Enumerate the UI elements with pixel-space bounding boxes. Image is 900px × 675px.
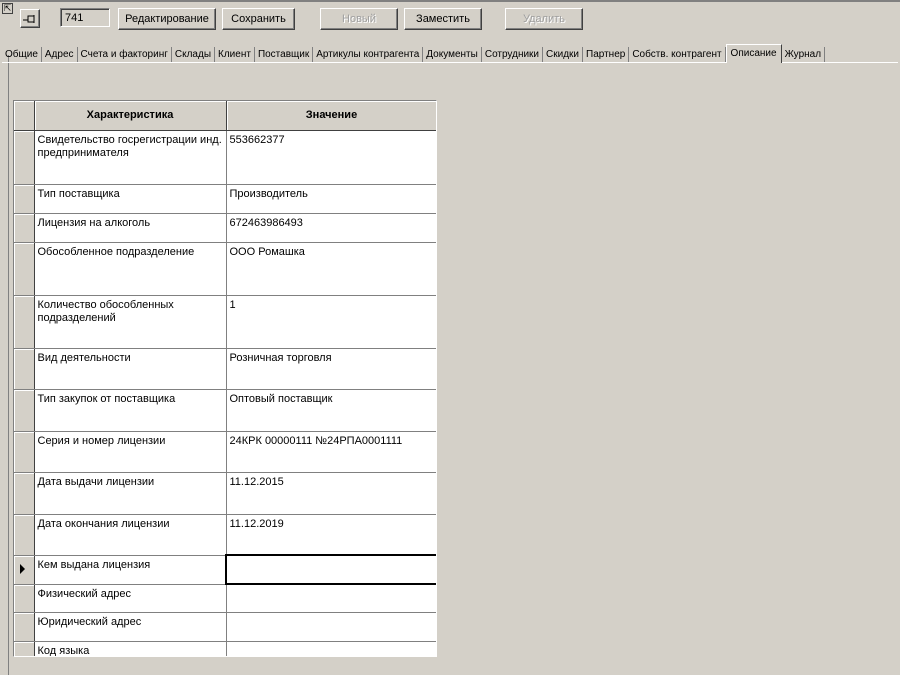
table-row[interactable]: Серия и номер лицензии 24КРК 00000111 №2… bbox=[14, 431, 436, 473]
row-indicator[interactable] bbox=[14, 242, 35, 296]
table-row[interactable]: Юридический адрес bbox=[14, 612, 436, 642]
table-row[interactable]: Количество обособленных подразделений 1 bbox=[14, 295, 436, 349]
characteristic-cell[interactable]: Обособленное подразделение bbox=[34, 242, 227, 296]
new-button[interactable]: Новый bbox=[320, 8, 398, 30]
table-row-current[interactable]: Кем выдана лицензия bbox=[14, 554, 436, 585]
tab-description[interactable]: Описание bbox=[725, 44, 782, 63]
value-cell[interactable]: 553662377 bbox=[226, 130, 436, 185]
table-row[interactable]: Лицензия на алкоголь 672463986493 bbox=[14, 213, 436, 243]
value-cell-editing[interactable] bbox=[225, 554, 436, 585]
value-cell[interactable] bbox=[226, 584, 436, 613]
pin-button[interactable] bbox=[20, 9, 40, 28]
tab-supplier[interactable]: Поставщик bbox=[255, 47, 314, 62]
characteristics-table: Характеристика Значение Свидетельство го… bbox=[14, 101, 436, 656]
row-indicator[interactable] bbox=[14, 295, 35, 349]
characteristic-cell[interactable]: Юридический адрес bbox=[34, 612, 227, 642]
tab-warehouses[interactable]: Склады bbox=[172, 47, 216, 62]
value-cell[interactable] bbox=[226, 612, 436, 642]
window-left-border bbox=[8, 55, 9, 675]
row-indicator[interactable] bbox=[14, 472, 35, 515]
value-cell[interactable]: 1 bbox=[226, 295, 436, 349]
characteristic-cell[interactable]: Вид деятельности bbox=[34, 348, 227, 390]
table-row[interactable]: Тип поставщика Производитель bbox=[14, 184, 436, 214]
tab-journal[interactable]: Журнал bbox=[782, 47, 826, 62]
row-indicator[interactable] bbox=[14, 612, 35, 642]
tab-client[interactable]: Клиент bbox=[215, 47, 255, 62]
column-header-value[interactable]: Значение bbox=[226, 101, 436, 131]
characteristic-cell[interactable]: Тип поставщика bbox=[34, 184, 227, 214]
characteristic-cell[interactable]: Свидетельство госрегистрации инд. предпр… bbox=[34, 130, 227, 185]
characteristic-cell[interactable]: Количество обособленных подразделений bbox=[34, 295, 227, 349]
value-cell[interactable]: ООО Ромашка bbox=[226, 242, 436, 296]
characteristic-cell[interactable]: Серия и номер лицензии bbox=[34, 431, 227, 473]
tab-partner[interactable]: Партнер bbox=[583, 47, 630, 62]
table-row[interactable]: Тип закупок от поставщика Оптовый постав… bbox=[14, 389, 436, 432]
tab-employees[interactable]: Сотрудники bbox=[482, 47, 544, 62]
tab-counterparty-articles[interactable]: Артикулы контрагента bbox=[313, 47, 424, 62]
edit-button[interactable]: Редактирование bbox=[118, 8, 216, 30]
row-indicator[interactable] bbox=[14, 184, 35, 214]
characteristic-cell[interactable]: Физический адрес bbox=[34, 584, 227, 613]
value-cell[interactable]: Розничная торговля bbox=[226, 348, 436, 390]
tab-strip: Общие Адрес Счета и факторинг Склады Кли… bbox=[2, 44, 826, 63]
table-row[interactable]: Физический адрес bbox=[14, 584, 436, 613]
table-row[interactable]: Дата выдачи лицензии 11.12.2015 bbox=[14, 472, 436, 515]
characteristic-cell[interactable]: Кем выдана лицензия bbox=[34, 555, 227, 585]
replace-button[interactable]: Заместить bbox=[404, 8, 482, 30]
tab-own-counterparty[interactable]: Собств. контрагент bbox=[629, 47, 726, 62]
delete-button[interactable]: Удалить bbox=[505, 8, 583, 30]
value-cell[interactable]: 24КРК 00000111 №24РПА0001111 bbox=[226, 431, 436, 473]
row-indicator[interactable] bbox=[14, 514, 35, 556]
value-cell[interactable]: Оптовый поставщик bbox=[226, 389, 436, 432]
row-indicator[interactable] bbox=[14, 130, 35, 185]
tab-general[interactable]: Общие bbox=[2, 47, 42, 62]
column-header-characteristic[interactable]: Характеристика bbox=[34, 101, 227, 131]
row-indicator[interactable] bbox=[14, 348, 35, 390]
value-cell[interactable]: 11.12.2019 bbox=[226, 514, 436, 556]
row-pointer-icon bbox=[20, 563, 25, 574]
table-row[interactable]: Дата окончания лицензии 11.12.2019 bbox=[14, 514, 436, 556]
table-header-row: Характеристика Значение bbox=[14, 101, 436, 131]
characteristic-cell[interactable]: Код языка bbox=[34, 641, 227, 656]
table-row[interactable]: Свидетельство госрегистрации инд. предпр… bbox=[14, 130, 436, 185]
tab-address[interactable]: Адрес bbox=[42, 47, 78, 62]
characteristic-cell[interactable]: Лицензия на алкоголь bbox=[34, 213, 227, 243]
value-cell[interactable]: 672463986493 bbox=[226, 213, 436, 243]
characteristic-cell[interactable]: Тип закупок от поставщика bbox=[34, 389, 227, 432]
characteristic-cell[interactable]: Дата выдачи лицензии bbox=[34, 472, 227, 515]
restore-icon[interactable]: ⇱ bbox=[2, 3, 13, 14]
characteristics-grid: Характеристика Значение Свидетельство го… bbox=[13, 100, 437, 657]
pin-icon bbox=[23, 14, 35, 23]
table-row[interactable]: Обособленное подразделение ООО Ромашка bbox=[14, 242, 436, 296]
window-top-border bbox=[0, 0, 900, 2]
value-cell[interactable]: 11.12.2015 bbox=[226, 472, 436, 515]
save-button[interactable]: Сохранить bbox=[222, 8, 295, 30]
tab-accounts-factoring[interactable]: Счета и факторинг bbox=[78, 47, 172, 62]
row-indicator-header bbox=[14, 101, 35, 131]
row-indicator-current[interactable] bbox=[14, 555, 35, 585]
row-indicator[interactable] bbox=[14, 641, 35, 656]
tab-discounts[interactable]: Скидки bbox=[543, 47, 583, 62]
characteristic-cell[interactable]: Дата окончания лицензии bbox=[34, 514, 227, 556]
value-cell[interactable]: Производитель bbox=[226, 184, 436, 214]
row-indicator[interactable] bbox=[14, 389, 35, 432]
row-indicator[interactable] bbox=[14, 431, 35, 473]
row-indicator[interactable] bbox=[14, 213, 35, 243]
tab-documents[interactable]: Документы bbox=[423, 47, 482, 62]
table-row[interactable]: Код языка bbox=[14, 641, 436, 656]
table-row[interactable]: Вид деятельности Розничная торговля bbox=[14, 348, 436, 390]
row-indicator[interactable] bbox=[14, 584, 35, 613]
record-id-field[interactable] bbox=[60, 8, 110, 27]
value-cell[interactable] bbox=[226, 641, 436, 656]
